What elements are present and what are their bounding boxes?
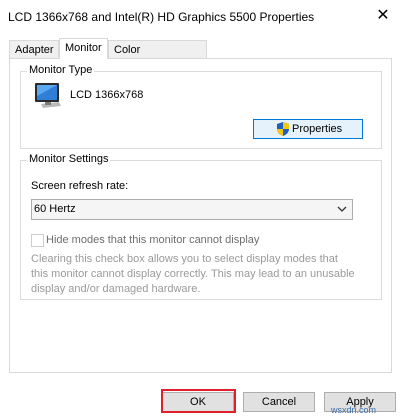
watermark: wsxdn.com [331, 405, 377, 415]
hide-modes-checkbox[interactable] [31, 234, 44, 247]
properties-button[interactable]: Properties [253, 119, 363, 139]
window-title: LCD 1366x768 and Intel(R) HD Graphics 55… [8, 10, 315, 24]
hide-modes-label: Hide modes that this monitor cannot disp… [46, 234, 260, 246]
chevron-down-icon [337, 206, 347, 212]
refresh-rate-select[interactable]: 60 Hertz [31, 199, 353, 220]
properties-button-label: Properties [292, 123, 343, 135]
monitor-icon [35, 83, 61, 108]
close-icon[interactable]: ✕ [370, 4, 396, 28]
ok-button-highlight [161, 389, 236, 413]
tab-adapter-label: Adapter [15, 44, 54, 56]
monitor-settings-group-label: Monitor Settings [27, 153, 111, 165]
tab-monitor[interactable]: Monitor [59, 38, 108, 59]
hide-modes-description: Clearing this check box allows you to se… [31, 253, 355, 295]
tab-monitor-label: Monitor [65, 42, 102, 54]
monitor-device-name: LCD 1366x768 [70, 89, 144, 101]
refresh-rate-label: Screen refresh rate: [31, 180, 129, 192]
refresh-rate-value: 60 Hertz [34, 203, 76, 215]
shield-icon [277, 122, 289, 136]
monitor-type-group-label: Monitor Type [27, 64, 95, 76]
tab-adapter[interactable]: Adapter [9, 40, 59, 58]
cancel-button-label: Cancel [261, 396, 297, 408]
title-bar: LCD 1366x768 and Intel(R) HD Graphics 55… [0, 0, 402, 33]
cancel-button[interactable]: Cancel [243, 392, 315, 412]
tab-color-management[interactable]: Color Management [108, 40, 207, 74]
